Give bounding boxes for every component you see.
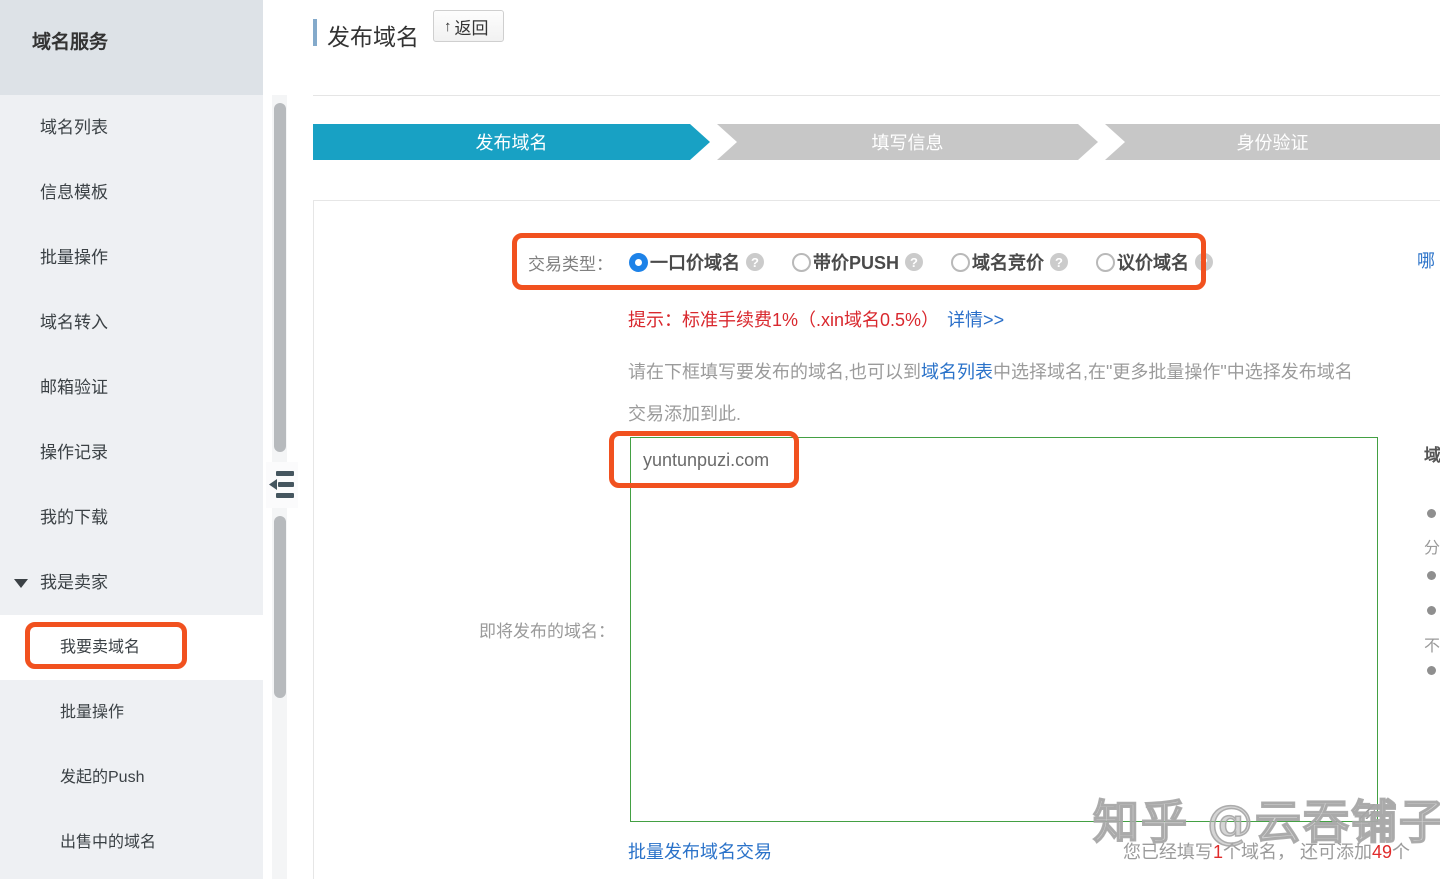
chevron-down-icon bbox=[14, 579, 28, 588]
sidebar-title: 域名服务 bbox=[32, 27, 108, 54]
fee-tip: 提示：标准手续费1%（.xin域名0.5%）详情>> bbox=[628, 306, 1004, 332]
back-button[interactable]: ↑ 返回 bbox=[433, 10, 504, 42]
sidebar-scrollbar-thumb[interactable] bbox=[274, 516, 286, 698]
sidebar-group-i-am-seller[interactable]: 我是卖家 bbox=[0, 550, 263, 615]
collapse-sidebar-icon bbox=[268, 466, 296, 504]
radio-option-negotiable-price[interactable]: 议价域名 ? bbox=[1096, 249, 1213, 275]
resize-handle-icon[interactable] bbox=[1360, 804, 1375, 819]
help-icon[interactable]: ? bbox=[1050, 253, 1068, 271]
radio-unselected-icon[interactable] bbox=[792, 253, 811, 272]
sidebar-item-seller-batch-ops[interactable]: 批量操作 bbox=[0, 680, 263, 745]
sidebar-item-domain-list[interactable]: 域名列表 bbox=[0, 95, 263, 160]
help-icon[interactable]: ? bbox=[1195, 253, 1213, 271]
sidebar-item-initiated-push[interactable]: 发起的Push bbox=[0, 745, 263, 810]
sidebar-header: 域名服务 bbox=[0, 0, 263, 95]
sidebar-item-info-template[interactable]: 信息模板 bbox=[0, 160, 263, 225]
radio-unselected-icon[interactable] bbox=[1096, 253, 1115, 272]
sidebar-item-sell-my-domain[interactable]: 我要卖域名 bbox=[0, 615, 263, 680]
sidebar: 域名服务 域名列表 信息模板 批量操作 域名转入 邮箱验证 操作记录 我的下载 … bbox=[0, 0, 263, 879]
sidebar-scrollbar-thumb[interactable] bbox=[274, 103, 286, 452]
sidebar-item-operation-log[interactable]: 操作记录 bbox=[0, 420, 263, 485]
radio-option-priced-push[interactable]: 带价PUSH ? bbox=[792, 249, 923, 275]
sidebar-item-domains-on-sale[interactable]: 出售中的域名 bbox=[0, 810, 263, 875]
page-title: 发布域名 bbox=[327, 18, 419, 52]
sidebar-item-batch-ops[interactable]: 批量操作 bbox=[0, 225, 263, 290]
publish-domain-page: 域名服务 域名列表 信息模板 批量操作 域名转入 邮箱验证 操作记录 我的下载 … bbox=[0, 0, 1440, 879]
bullet-icon bbox=[1427, 606, 1436, 615]
radio-option-domain-auction[interactable]: 域名竞价 ? bbox=[951, 249, 1068, 275]
back-button-label: 返回 bbox=[455, 14, 489, 39]
right-panel-text-fragment: 分 bbox=[1424, 534, 1440, 558]
sidebar-item-domain-transfer-in[interactable]: 域名转入 bbox=[0, 290, 263, 355]
bullet-icon bbox=[1427, 509, 1436, 518]
domain-value: yuntunpuzi.com bbox=[643, 450, 769, 471]
sidebar-item-email-verify[interactable]: 邮箱验证 bbox=[0, 355, 263, 420]
domains-to-publish-label: 即将发布的域名： bbox=[440, 617, 615, 642]
main-content: 发布域名 ↑ 返回 发布域名 填写信息 身份验证 交易类型： 一口价域名 ? 带… bbox=[290, 0, 1440, 879]
domain-textarea[interactable]: yuntunpuzi.com bbox=[630, 437, 1378, 822]
right-panel-heading-fragment: 域 bbox=[1424, 441, 1440, 466]
bullet-icon bbox=[1427, 666, 1436, 675]
sidebar-menu: 域名列表 信息模板 批量操作 域名转入 邮箱验证 操作记录 我的下载 我是卖家 … bbox=[0, 95, 263, 875]
sidebar-item-my-downloads[interactable]: 我的下载 bbox=[0, 485, 263, 550]
trade-type-row: 交易类型： 一口价域名 ? 带价PUSH ? 域名竞价 ? 议价域名 ? bbox=[528, 247, 1241, 277]
instruction-text: 请在下框填写要发布的域名,也可以到域名列表中选择域名,在"更多批量操作"中选择发… bbox=[628, 351, 1428, 435]
radio-unselected-icon[interactable] bbox=[951, 253, 970, 272]
title-divider bbox=[313, 95, 1440, 96]
up-arrow-icon: ↑ bbox=[444, 19, 452, 34]
step-identity-verify: 身份验证 bbox=[1105, 124, 1440, 160]
domain-count-status: 您已经填写1个域名， 还可添加49个 bbox=[990, 838, 1410, 864]
title-accent-bar bbox=[313, 19, 317, 46]
step-publish-domain: 发布域名 bbox=[313, 124, 710, 160]
filled-count: 1 bbox=[1213, 842, 1223, 862]
bullet-icon bbox=[1427, 571, 1436, 580]
remaining-count: 49 bbox=[1372, 842, 1392, 862]
step-fill-info: 填写信息 bbox=[717, 124, 1098, 160]
fee-detail-link[interactable]: 详情>> bbox=[947, 310, 1004, 330]
sidebar-collapse-toggle[interactable] bbox=[266, 462, 298, 508]
right-panel-text-fragment: 不 bbox=[1424, 632, 1440, 656]
radio-selected-icon[interactable] bbox=[629, 253, 648, 272]
which-domains-link-fragment[interactable]: 哪 bbox=[1417, 247, 1435, 273]
help-icon[interactable]: ? bbox=[746, 253, 764, 271]
help-icon[interactable]: ? bbox=[905, 253, 923, 271]
trade-type-label: 交易类型： bbox=[528, 250, 613, 275]
batch-publish-link[interactable]: 批量发布域名交易 bbox=[628, 838, 772, 864]
radio-option-fixed-price[interactable]: 一口价域名 ? bbox=[629, 249, 764, 275]
step-wizard: 发布域名 填写信息 身份验证 bbox=[313, 124, 1440, 160]
domain-list-link[interactable]: 域名列表 bbox=[921, 362, 993, 382]
